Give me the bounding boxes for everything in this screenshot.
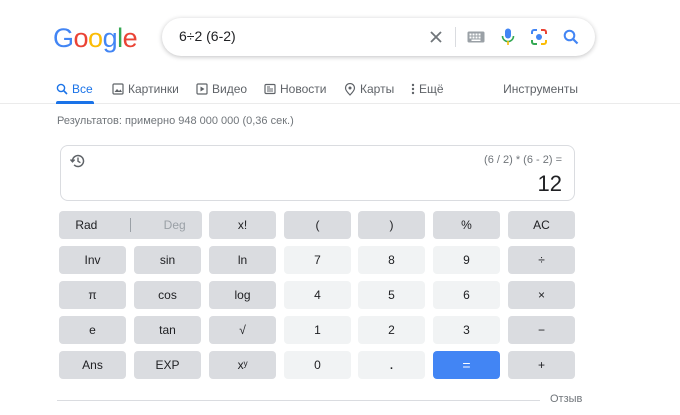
digit-2-button[interactable]: 2 (358, 316, 425, 344)
tab-label: Картинки (128, 82, 179, 96)
digit-4-button[interactable]: 4 (284, 281, 351, 309)
tools-button[interactable]: Инструменты (503, 78, 578, 100)
inverse-button[interactable]: Inv (59, 246, 126, 274)
tab-video[interactable]: Видео (196, 78, 247, 100)
answer-button[interactable]: Ans (59, 351, 126, 379)
tab-maps[interactable]: Карты (344, 78, 394, 100)
tab-label: Все (72, 82, 93, 96)
tab-label: Новости (280, 82, 327, 96)
tab-all[interactable]: Все (56, 78, 93, 100)
search-tabs: Все Картинки Видео Новости Карты Ещё Инс… (0, 76, 680, 104)
calculator-result: 12 (537, 171, 562, 196)
rad-button[interactable]: Rad (75, 218, 97, 232)
tab-images[interactable]: Картинки (112, 78, 179, 100)
map-pin-icon (344, 82, 356, 96)
image-icon (112, 83, 124, 95)
sqrt-button[interactable]: √ (209, 316, 276, 344)
cos-button[interactable]: cos (134, 281, 201, 309)
digit-3-button[interactable]: 3 (433, 316, 500, 344)
digit-7-button[interactable]: 7 (284, 246, 351, 274)
keyboard-icon[interactable] (466, 27, 486, 47)
tab-label: Ещё (419, 82, 444, 96)
feedback-link[interactable]: Отзыв (550, 393, 582, 405)
microphone-icon[interactable] (498, 27, 518, 47)
news-icon (264, 83, 276, 95)
search-box[interactable]: 6÷2 (6-2) (162, 18, 595, 56)
logo-letter: o (88, 23, 103, 53)
digit-8-button[interactable]: 8 (358, 246, 425, 274)
footer-divider (57, 400, 540, 401)
digit-9-button[interactable]: 9 (433, 246, 500, 274)
digit-5-button[interactable]: 5 (358, 281, 425, 309)
power-button[interactable]: xʸ (209, 351, 276, 379)
add-button[interactable]: + (508, 351, 575, 379)
calculator-display: (6 / 2) * (6 - 2) = 12 (60, 145, 575, 201)
ln-button[interactable]: ln (209, 246, 276, 274)
google-logo[interactable]: Google (53, 23, 138, 53)
close-icon[interactable] (426, 27, 446, 47)
tab-news[interactable]: Новости (264, 78, 326, 100)
more-vert-icon (411, 83, 415, 95)
lens-camera-icon[interactable] (529, 27, 549, 47)
log-button[interactable]: log (209, 281, 276, 309)
tab-more[interactable]: Ещё (411, 78, 444, 100)
logo-letter: e (122, 23, 138, 53)
active-tab-indicator (56, 101, 94, 104)
subtract-button[interactable]: − (508, 316, 575, 344)
tan-button[interactable]: tan (134, 316, 201, 344)
digit-0-button[interactable]: 0 (284, 351, 351, 379)
open-paren-button[interactable]: ( (284, 211, 351, 239)
history-icon[interactable] (69, 152, 87, 170)
multiply-button[interactable]: × (508, 281, 575, 309)
search-input[interactable]: 6÷2 (6-2) (179, 28, 236, 44)
deg-button[interactable]: Deg (164, 218, 186, 232)
euler-button[interactable]: e (59, 316, 126, 344)
digit-1-button[interactable]: 1 (284, 316, 351, 344)
sin-button[interactable]: sin (134, 246, 201, 274)
divide-button[interactable]: ÷ (508, 246, 575, 274)
exp-button[interactable]: EXP (134, 351, 201, 379)
tab-label: Карты (360, 82, 395, 96)
search-icon (56, 83, 68, 95)
equals-button[interactable]: = (433, 351, 500, 379)
search-divider (455, 27, 456, 47)
result-stats: Результатов: примерно 948 000 000 (0,36 … (57, 115, 294, 127)
digit-6-button[interactable]: 6 (433, 281, 500, 309)
toggle-separator (130, 218, 131, 232)
video-icon (196, 83, 208, 95)
all-clear-button[interactable]: AC (508, 211, 575, 239)
decimal-button[interactable]: . (358, 351, 425, 379)
close-paren-button[interactable]: ) (358, 211, 425, 239)
logo-letter: g (102, 23, 118, 53)
logo-letter: G (53, 23, 74, 53)
factorial-button[interactable]: x! (209, 211, 276, 239)
calculator-expression: (6 / 2) * (6 - 2) = (484, 154, 562, 166)
percent-button[interactable]: % (433, 211, 500, 239)
rad-deg-toggle[interactable]: Rad Deg (59, 211, 202, 239)
pi-button[interactable]: π (59, 281, 126, 309)
search-icon[interactable] (561, 27, 581, 47)
tab-label: Видео (212, 82, 248, 96)
logo-letter: o (73, 23, 89, 53)
